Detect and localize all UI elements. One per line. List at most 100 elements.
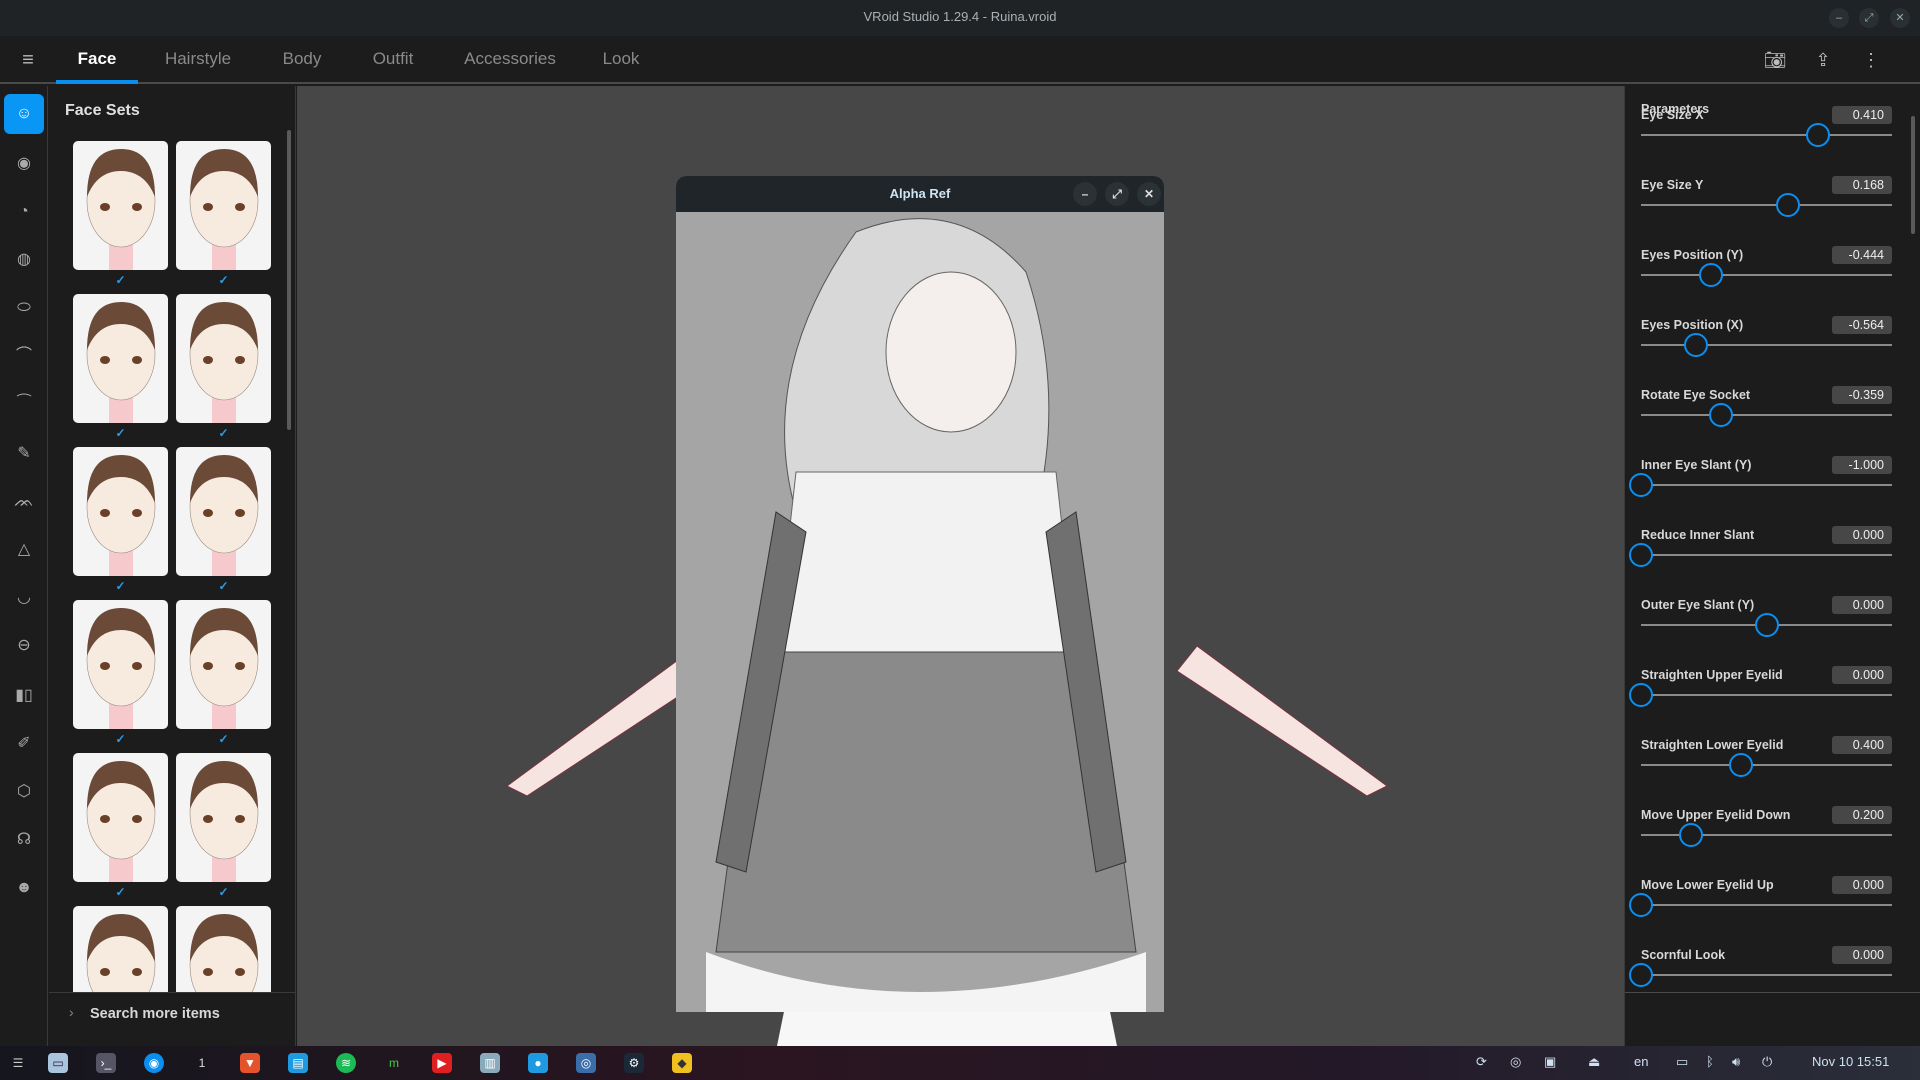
makeup-icon[interactable]: ✐ <box>8 728 40 760</box>
search-more-items-link[interactable]: Search more items <box>90 1006 220 1022</box>
eye-white-icon[interactable]: ⬭ <box>8 292 40 324</box>
eyelash-icon[interactable]: ⌒ <box>8 340 40 372</box>
language-indicator[interactable]: en <box>1634 1054 1648 1069</box>
parameter-value-input[interactable]: -1.000 <box>1832 456 1892 474</box>
face-set-tile[interactable] <box>73 600 168 729</box>
slider-knob[interactable] <box>1683 333 1708 357</box>
face-set-tile[interactable] <box>176 753 271 882</box>
tab-face[interactable]: Face <box>56 36 138 84</box>
scrollbar[interactable] <box>287 130 291 430</box>
slider-knob[interactable] <box>1698 263 1723 287</box>
eyebrow-icon[interactable]: ⁀ <box>8 388 40 420</box>
slider-knob[interactable] <box>1629 963 1653 987</box>
face-set-icon[interactable]: ☺ <box>4 94 44 134</box>
head-icon[interactable]: ☊ <box>8 824 40 856</box>
close-icon[interactable]: ✕ <box>1137 182 1161 206</box>
parameter-slider[interactable] <box>1641 193 1892 217</box>
parameter-value-input[interactable]: -0.444 <box>1832 246 1892 264</box>
eyelid-icon[interactable]: ᨏ <box>8 486 40 518</box>
parameter-slider[interactable] <box>1629 893 1892 917</box>
minimize-icon[interactable]: – <box>1073 182 1097 206</box>
face-set-tile[interactable] <box>73 753 168 882</box>
m-app-icon[interactable]: m <box>384 1053 404 1073</box>
slider-knob[interactable] <box>1775 193 1800 217</box>
slider-knob[interactable] <box>1754 613 1779 637</box>
expression-icon[interactable]: ☻ <box>8 872 40 904</box>
clock[interactable]: Nov 10 15:51 <box>1812 1054 1889 1069</box>
parameter-slider[interactable] <box>1641 263 1892 287</box>
face-set-tile[interactable] <box>73 906 168 992</box>
parameter-slider[interactable] <box>1641 403 1892 427</box>
face-set-tile[interactable] <box>176 141 271 270</box>
mouth-icon[interactable]: ◡ <box>8 582 40 614</box>
parameter-value-input[interactable]: 0.410 <box>1832 106 1892 124</box>
face-set-tile[interactable] <box>176 294 271 423</box>
parameter-value-input[interactable]: 0.000 <box>1832 526 1892 544</box>
eject-icon[interactable]: ⏏ <box>1588 1054 1600 1070</box>
face-set-tile[interactable] <box>73 294 168 423</box>
maximize-button[interactable]: ⤢ <box>1859 8 1879 28</box>
parameter-value-input[interactable]: 0.200 <box>1832 806 1892 824</box>
face-set-tile[interactable] <box>73 447 168 576</box>
maximize-icon[interactable]: ⤢ <box>1105 182 1129 206</box>
alpha-ref-window[interactable]: Alpha Ref – ⤢ ✕ <box>676 176 1164 1012</box>
slider-knob[interactable] <box>1679 823 1704 847</box>
parameter-slider[interactable] <box>1629 683 1892 707</box>
tab-look[interactable]: Look <box>596 36 646 84</box>
slider-knob[interactable] <box>1729 753 1754 777</box>
face-set-tile[interactable] <box>73 141 168 270</box>
face-set-tile[interactable] <box>176 600 271 729</box>
parameter-value-input[interactable]: -0.564 <box>1832 316 1892 334</box>
sync-icon[interactable]: ⟳ <box>1476 1054 1487 1070</box>
eyeliner-icon[interactable]: ✎ <box>8 438 40 470</box>
camera-app-icon[interactable]: ● <box>528 1053 548 1073</box>
parameter-value-input[interactable]: 0.000 <box>1832 946 1892 964</box>
terminal-icon[interactable]: ›_ <box>96 1053 116 1073</box>
parameter-value-input[interactable]: 0.000 <box>1832 876 1892 894</box>
steam-tray-icon[interactable]: ◎ <box>1510 1054 1521 1070</box>
parameter-slider[interactable] <box>1641 333 1892 357</box>
parameter-slider[interactable] <box>1641 823 1892 847</box>
app-launcher-icon[interactable]: ☰ <box>8 1053 28 1073</box>
parameter-slider[interactable] <box>1629 473 1892 497</box>
hamburger-menu-icon[interactable]: ≡ <box>16 48 40 72</box>
power-icon[interactable]: ⏻ <box>1762 1054 1772 1070</box>
face-set-tile[interactable] <box>176 447 271 576</box>
tab-hairstyle[interactable]: Hairstyle <box>158 36 238 84</box>
scrollbar[interactable] <box>1911 116 1915 234</box>
eye-icon[interactable]: ◉ <box>8 148 40 180</box>
store-icon[interactable]: ▤ <box>288 1053 308 1073</box>
close-button[interactable]: ✕ <box>1890 8 1910 28</box>
parameter-slider[interactable] <box>1641 753 1892 777</box>
youtube-icon[interactable]: ▶ <box>432 1053 452 1073</box>
teeth-icon[interactable]: ▮▯ <box>8 680 40 712</box>
parameter-value-input[interactable]: 0.400 <box>1832 736 1892 754</box>
minimize-button[interactable]: – <box>1829 8 1849 28</box>
vroid-icon[interactable]: ◎ <box>576 1053 596 1073</box>
lips-icon[interactable]: ⊖ <box>8 630 40 662</box>
slider-knob[interactable] <box>1805 123 1830 147</box>
browser-icon[interactable]: ◉ <box>144 1053 164 1073</box>
tab-accessories[interactable]: Accessories <box>458 36 562 84</box>
tab-outfit[interactable]: Outfit <box>362 36 424 84</box>
tab-body[interactable]: Body <box>272 36 332 84</box>
parameter-slider[interactable] <box>1629 963 1892 987</box>
parameter-slider[interactable] <box>1629 543 1892 567</box>
slider-knob[interactable] <box>1629 893 1653 917</box>
parameter-slider[interactable] <box>1641 613 1892 637</box>
export-icon[interactable]: ⇪ <box>1811 48 1835 72</box>
face-set-tile[interactable] <box>176 906 271 992</box>
camera-icon[interactable]: 📷︎ <box>1763 48 1787 72</box>
display-icon[interactable]: ▭ <box>1676 1054 1688 1070</box>
archive-icon[interactable]: ▥ <box>480 1053 500 1073</box>
parameter-value-input[interactable]: 0.000 <box>1832 666 1892 684</box>
parameter-slider[interactable] <box>1641 123 1892 147</box>
parameter-value-input[interactable]: 0.000 <box>1832 596 1892 614</box>
brave-icon[interactable]: ▼ <box>240 1053 260 1073</box>
slider-knob[interactable] <box>1629 543 1653 567</box>
workspace-indicator[interactable]: 1 <box>192 1053 212 1073</box>
spotify-icon[interactable]: ≋ <box>336 1053 356 1073</box>
files-icon[interactable]: ▭ <box>48 1053 68 1073</box>
face-shape-icon[interactable]: ⬡ <box>8 776 40 808</box>
app-icon[interactable]: ◆ <box>672 1053 692 1073</box>
